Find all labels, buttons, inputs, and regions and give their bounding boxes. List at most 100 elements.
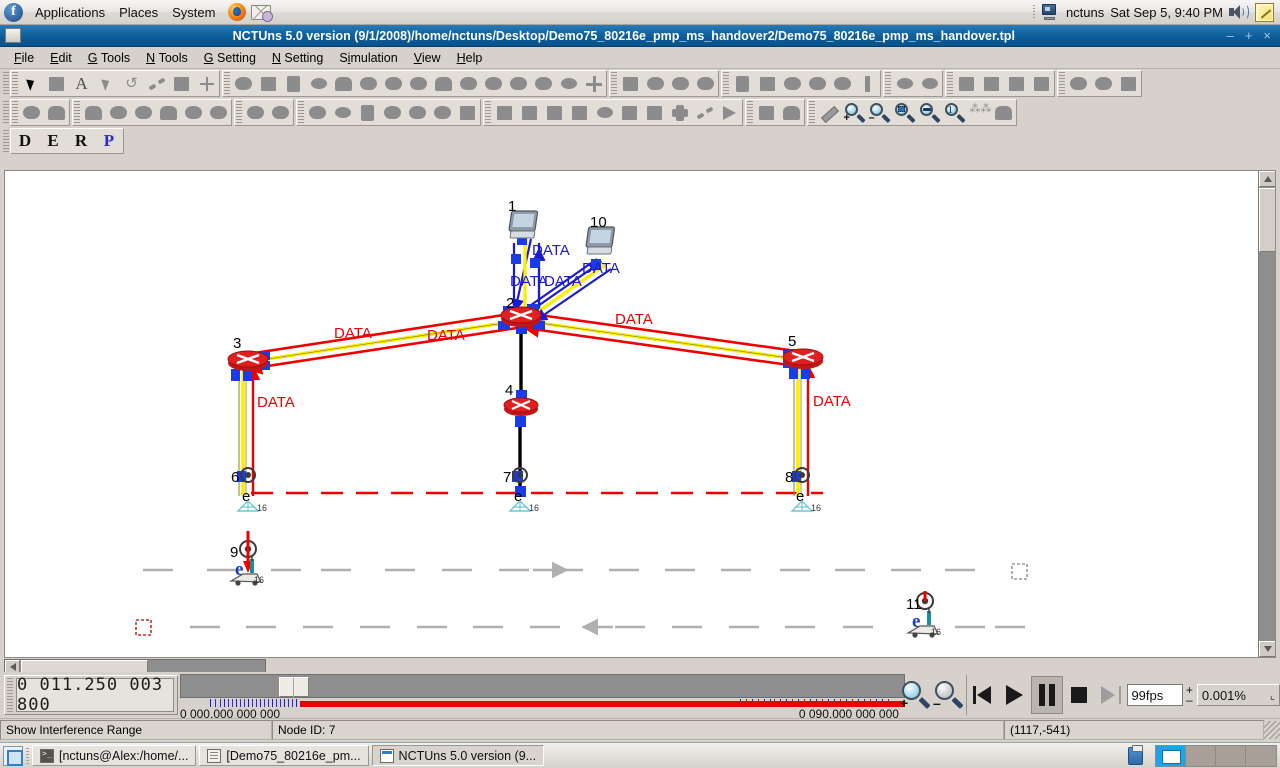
toolbar-group-grip[interactable] bbox=[236, 101, 242, 124]
wlan-station-tool[interactable] bbox=[356, 71, 381, 96]
play-shape-tool[interactable] bbox=[717, 100, 742, 125]
toolbar-grip[interactable] bbox=[3, 72, 9, 95]
node-3-router[interactable] bbox=[227, 350, 269, 371]
subnet-tool[interactable] bbox=[169, 71, 194, 96]
monitor-icon[interactable] bbox=[1041, 4, 1060, 20]
toolbar-group-grip[interactable] bbox=[809, 101, 815, 124]
node-square-tool[interactable] bbox=[44, 71, 69, 96]
obstacle-tool[interactable] bbox=[506, 71, 531, 96]
node-5-router[interactable] bbox=[782, 348, 824, 369]
menu-nsetting[interactable]: N Setting bbox=[264, 49, 331, 67]
notes-icon[interactable] bbox=[1255, 2, 1274, 22]
traffic-light-tool[interactable] bbox=[81, 100, 106, 125]
menu-ntools[interactable]: N Tools bbox=[138, 49, 196, 67]
workspace-3[interactable] bbox=[1216, 745, 1246, 766]
switch-node-tool[interactable] bbox=[281, 71, 306, 96]
wimax-relay-tool[interactable] bbox=[693, 71, 718, 96]
tunnel-tool-2[interactable] bbox=[1091, 71, 1116, 96]
close-button[interactable]: × bbox=[1263, 29, 1271, 42]
gprs-bs-tool[interactable] bbox=[431, 71, 456, 96]
zoom-fit-tool[interactable] bbox=[916, 100, 941, 125]
panel-clock[interactable]: Sat Sep 5, 9:40 PM bbox=[1110, 5, 1223, 20]
timeline-thumb[interactable] bbox=[278, 677, 309, 698]
menu-help[interactable]: Help bbox=[449, 49, 491, 67]
blob-tool-f[interactable] bbox=[430, 100, 455, 125]
maximize-button[interactable]: + bbox=[1245, 29, 1253, 42]
emergency-tool[interactable] bbox=[206, 100, 231, 125]
places-menu[interactable]: Places bbox=[112, 3, 165, 22]
satellite-tool[interactable] bbox=[481, 71, 506, 96]
timeline-area[interactable]: 0 000.000 000 000 0 090.000 000 000 bbox=[179, 674, 905, 721]
rect-tool-3[interactable] bbox=[542, 100, 567, 125]
mail-icon[interactable] bbox=[251, 4, 274, 22]
toolbar-group-grip[interactable] bbox=[12, 101, 18, 124]
fps-decrease-button[interactable]: – bbox=[1186, 694, 1193, 706]
grid-square-3[interactable] bbox=[1004, 71, 1029, 96]
fedora-logo-icon[interactable]: f bbox=[4, 2, 23, 22]
play-button[interactable] bbox=[999, 676, 1031, 714]
fps-stepper[interactable]: + – bbox=[1186, 684, 1193, 706]
topology-canvas-container[interactable]: e 16 e 16 e 16 e 16 e 16 1 10 2 3 5 4 6 … bbox=[4, 170, 1276, 658]
rewind-button[interactable] bbox=[967, 676, 999, 714]
router-node-tool[interactable] bbox=[306, 71, 331, 96]
dvb-terminal-tool[interactable] bbox=[730, 71, 755, 96]
undo-tool[interactable]: ↺ bbox=[119, 71, 144, 96]
timeline-track[interactable] bbox=[179, 674, 905, 698]
antenna-tool[interactable] bbox=[779, 100, 804, 125]
pedestrian-tool[interactable] bbox=[131, 100, 156, 125]
toolbar-group-grip[interactable] bbox=[485, 101, 491, 124]
terrain-tool[interactable] bbox=[991, 100, 1016, 125]
show-desktop-button[interactable] bbox=[3, 745, 23, 766]
tray-clipboard[interactable] bbox=[1126, 744, 1146, 766]
applications-menu[interactable]: Applications bbox=[28, 3, 112, 22]
wlan-ap-tool[interactable] bbox=[331, 71, 356, 96]
topology-canvas[interactable]: e 16 e 16 e 16 e 16 e 16 1 10 2 3 5 4 6 … bbox=[5, 171, 1257, 657]
dvb-feeder-tool[interactable] bbox=[830, 71, 855, 96]
ell-tool-5[interactable] bbox=[592, 100, 617, 125]
zoom-100-tool[interactable]: 1 bbox=[941, 100, 966, 125]
rect-tool-4[interactable] bbox=[567, 100, 592, 125]
scroll-down-button[interactable] bbox=[1259, 641, 1275, 657]
workspace-switcher[interactable] bbox=[1155, 744, 1277, 767]
firefox-icon[interactable] bbox=[228, 3, 247, 21]
workspace-1[interactable] bbox=[1156, 745, 1186, 766]
rect-tool-2[interactable] bbox=[517, 100, 542, 125]
wimax-ms-tool[interactable] bbox=[668, 71, 693, 96]
text-tool[interactable]: A bbox=[69, 71, 94, 96]
toolbar-group-grip[interactable] bbox=[298, 101, 304, 124]
toolbar-group-grip[interactable] bbox=[723, 72, 729, 95]
arrow-link-tool[interactable] bbox=[692, 100, 717, 125]
node-10-host[interactable] bbox=[585, 226, 616, 255]
grid-square-2[interactable] bbox=[979, 71, 1004, 96]
zoom-region-ellipse-2[interactable] bbox=[917, 71, 942, 96]
gprs-phone-tool[interactable] bbox=[456, 71, 481, 96]
stop-button[interactable] bbox=[1063, 676, 1095, 714]
box-tool[interactable] bbox=[754, 100, 779, 125]
itri-node-tool[interactable] bbox=[243, 100, 268, 125]
toolbar-group-grip[interactable] bbox=[947, 72, 953, 95]
itri-ap-tool[interactable] bbox=[268, 100, 293, 125]
crosshair-tool[interactable] bbox=[194, 71, 219, 96]
blob-tool-g[interactable] bbox=[455, 100, 480, 125]
zoom-out-tool[interactable]: – bbox=[866, 100, 891, 125]
toolbar-grip[interactable] bbox=[3, 101, 9, 124]
ap-tool-2[interactable] bbox=[531, 71, 556, 96]
hub-node-tool[interactable] bbox=[256, 71, 281, 96]
zoom-region-ellipse[interactable] bbox=[892, 71, 917, 96]
road-intersection-tool[interactable] bbox=[44, 100, 69, 125]
blob-tool-c[interactable] bbox=[355, 100, 380, 125]
fps-input[interactable]: 99fps bbox=[1127, 684, 1183, 706]
panel-username[interactable]: nctuns bbox=[1066, 5, 1104, 20]
crossing-tool[interactable] bbox=[581, 71, 606, 96]
speed-selector[interactable]: 0.001% ⌞ bbox=[1196, 684, 1280, 706]
pause-button[interactable] bbox=[1031, 676, 1064, 714]
toolbar-group-grip[interactable] bbox=[611, 72, 617, 95]
pan-tool[interactable]: ⁂⁂ bbox=[966, 100, 992, 125]
gprs-node-tool[interactable] bbox=[406, 71, 431, 96]
mobile-node-tool[interactable] bbox=[381, 71, 406, 96]
mode-draw-button[interactable]: D bbox=[11, 129, 39, 153]
move-tool[interactable] bbox=[94, 71, 119, 96]
speaker-icon[interactable] bbox=[1229, 4, 1249, 20]
node-4-router[interactable] bbox=[503, 397, 539, 416]
dvb-gateway-tool[interactable] bbox=[755, 71, 780, 96]
